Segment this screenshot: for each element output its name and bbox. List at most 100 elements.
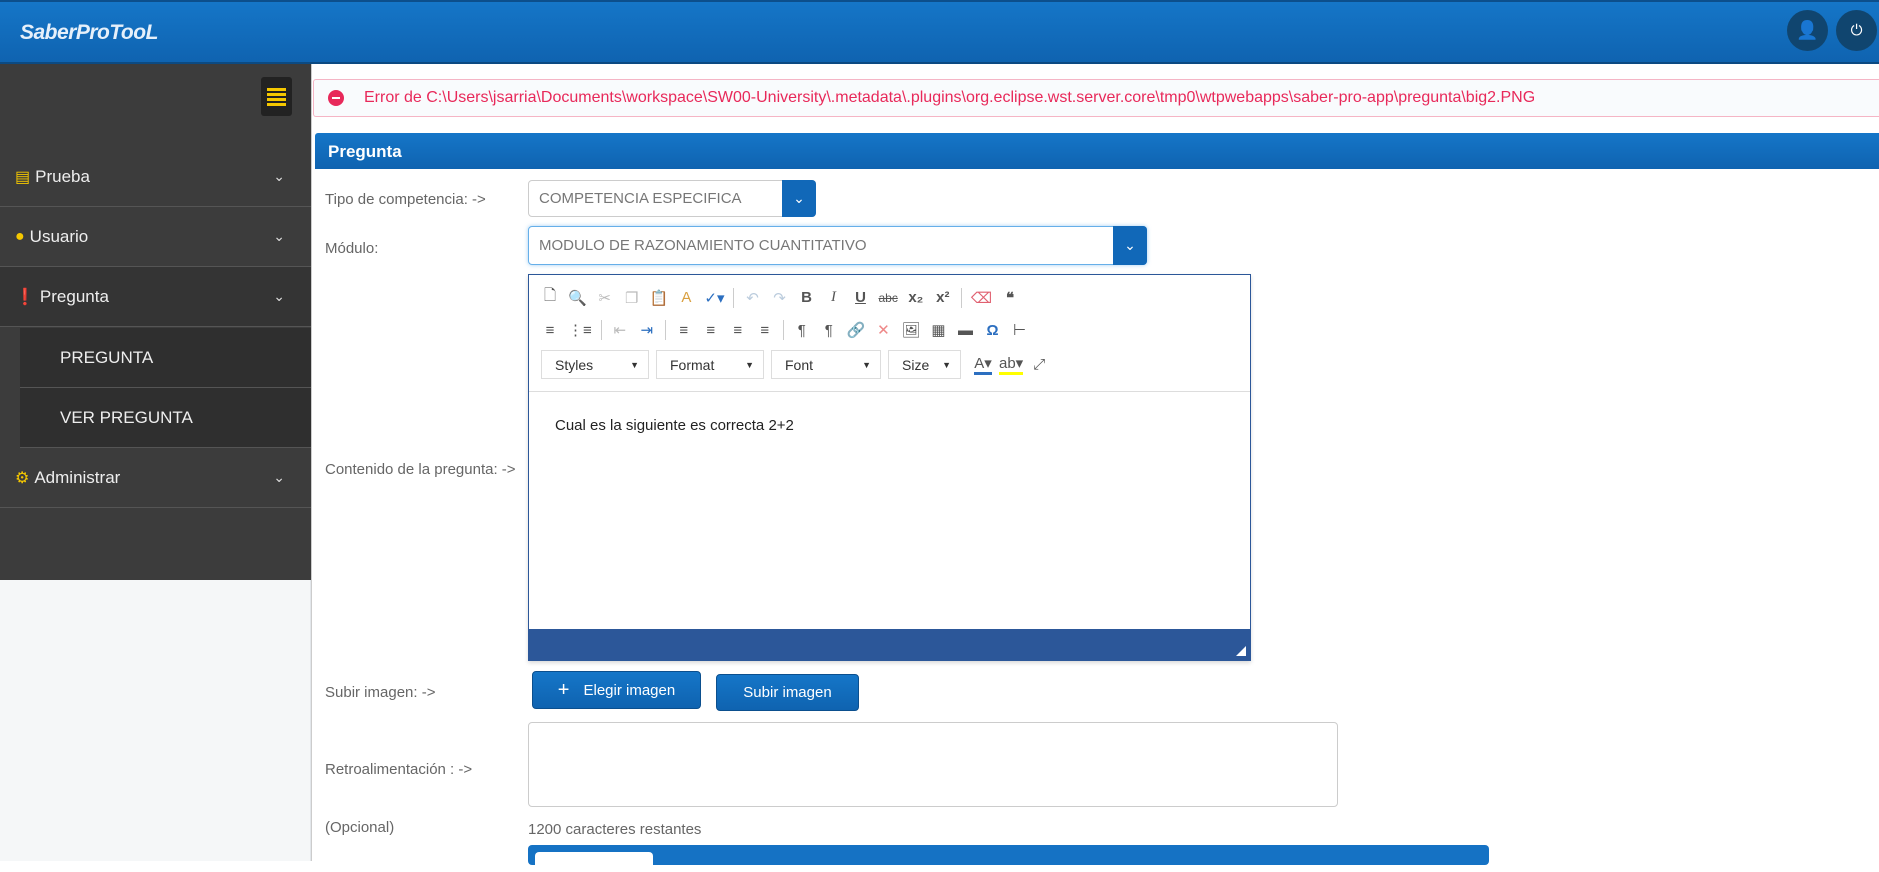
- maximize-icon[interactable]: ⤢: [1030, 356, 1048, 373]
- subscript-icon[interactable]: x₂: [907, 289, 925, 306]
- chevron-down-icon[interactable]: ⌄: [782, 180, 816, 217]
- chevron-down-icon: ⌄: [273, 288, 285, 304]
- font-dropdown[interactable]: Font ▼: [771, 350, 881, 379]
- new-page-icon[interactable]: 🗋: [541, 285, 559, 310]
- cut-icon[interactable]: ✂: [596, 289, 614, 307]
- bold-icon[interactable]: B: [797, 289, 815, 306]
- error-icon: [328, 90, 344, 106]
- modulo-select[interactable]: MODULO DE RAZONAMIENTO CUANTITATIVO ⌄: [528, 226, 1147, 265]
- chevron-down-icon[interactable]: ⌄: [1113, 226, 1147, 265]
- sidebar-item-prueba[interactable]: ▤ Prueba ⌄: [0, 147, 311, 207]
- subir-label: Subir imagen: ->: [325, 684, 436, 701]
- editor-toolbar: 🗋 🔍 ✂ ❐ 📋 A ✓▾ ↶ ↷ BI Uabc x₂ x² ⌫ ❝ ≡ ⋮≡ ⇤ ⇥ ≡ ≡…: [529, 275, 1250, 392]
- bg-color-icon[interactable]: ab▾: [999, 354, 1024, 375]
- upload-image-button[interactable]: Subir imagen: [716, 674, 859, 711]
- sidebar: ▤ Prueba ⌄ ● Usuario ⌄ ❗ Pregunta ⌄ PREGUNTA V…: [0, 64, 311, 580]
- bullet-list-icon[interactable]: ⋮≡: [568, 321, 592, 339]
- modulo-label: Módulo:: [325, 240, 379, 257]
- copy-icon[interactable]: ❐: [623, 289, 641, 307]
- justify-icon[interactable]: ≡: [756, 322, 774, 339]
- page-break-icon[interactable]: ⊢: [1011, 321, 1029, 339]
- error-alert: Error de C:\Users\jsarria\Documents\work…: [313, 79, 1879, 117]
- redo-icon[interactable]: ↷: [770, 289, 788, 307]
- caret-down-icon: ▼: [745, 359, 754, 370]
- sidebar-item-label: Pregunta: [39, 286, 109, 306]
- error-message: Error de C:\Users\jsarria\Documents\work…: [364, 89, 1536, 106]
- special-char-icon[interactable]: Ω: [984, 322, 1002, 339]
- answers-panel-header: [528, 845, 1489, 872]
- sidebar-item-label: PREGUNTA: [60, 347, 154, 367]
- tipo-label: Tipo de competencia: ->: [325, 191, 486, 208]
- caret-down-icon: ▼: [630, 359, 639, 370]
- sidebar-subitem-ver-pregunta[interactable]: VER PREGUNTA: [20, 388, 311, 448]
- tipo-competencia-select[interactable]: COMPETENCIA ESPECIFICA ⌄: [528, 180, 816, 217]
- blockquote-icon[interactable]: ❝: [1001, 289, 1019, 307]
- sidebar-item-pregunta[interactable]: ❗ Pregunta ⌄: [0, 267, 311, 327]
- sidebar-item-administrar[interactable]: ⚙ Administrar ⌄: [0, 448, 311, 508]
- superscript-icon[interactable]: x²: [934, 289, 952, 306]
- retro-label: Retroalimentación : ->: [325, 761, 473, 778]
- plus-icon: +: [557, 678, 570, 701]
- spellcheck-icon[interactable]: ✓▾: [704, 289, 724, 307]
- editor-footer: [529, 629, 1250, 660]
- undo-icon[interactable]: ↶: [743, 289, 761, 307]
- size-dropdown[interactable]: Size ▼: [888, 350, 961, 379]
- gears-icon: ⚙: [15, 469, 30, 487]
- align-right-icon[interactable]: ≡: [729, 322, 747, 339]
- editor-content[interactable]: Cual es la siguiente es correcta 2+2: [555, 417, 794, 434]
- dropdown-label: Format: [670, 356, 715, 373]
- button-label: Elegir imagen: [583, 681, 676, 699]
- align-left-icon[interactable]: ≡: [675, 322, 693, 339]
- resize-handle[interactable]: [1236, 646, 1246, 656]
- users-icon: ●: [15, 227, 25, 245]
- exclamation-icon: ❗: [15, 288, 35, 306]
- chars-remaining: 1200 caracteres restantes: [528, 821, 702, 838]
- sidebar-item-usuario[interactable]: ● Usuario ⌄: [0, 207, 311, 267]
- sidebar-item-label: Prueba: [35, 166, 90, 186]
- divider: [311, 64, 312, 861]
- sidebar-background: [0, 580, 311, 861]
- opcional-label: (Opcional): [325, 819, 395, 836]
- strikethrough-icon[interactable]: abc: [878, 291, 897, 305]
- sidebar-item-label: VER PREGUNTA: [60, 407, 193, 427]
- top-navbar: SaberProTooL 👤 ⏻: [0, 0, 1879, 64]
- dropdown-label: Font: [785, 356, 814, 373]
- unlink-icon[interactable]: ✕: [874, 321, 892, 339]
- italic-icon[interactable]: I: [824, 289, 842, 306]
- underline-icon[interactable]: U: [851, 289, 869, 306]
- sidebar-subitem-pregunta[interactable]: PREGUNTA: [20, 328, 311, 388]
- preview-icon[interactable]: 🔍: [568, 289, 587, 307]
- table-icon[interactable]: ▦: [930, 321, 948, 339]
- rtl-icon[interactable]: ¶: [820, 322, 838, 339]
- feedback-textarea[interactable]: [528, 722, 1338, 807]
- list-icon: ▤: [15, 168, 31, 186]
- select-value: MODULO DE RAZONAMIENTO CUANTITATIVO: [539, 237, 867, 254]
- align-center-icon[interactable]: ≡: [702, 322, 720, 339]
- text-color-icon[interactable]: A▾: [974, 354, 992, 375]
- dropdown-label: Styles: [555, 356, 594, 373]
- power-icon[interactable]: ⏻: [1836, 10, 1877, 51]
- numbered-list-icon[interactable]: ≡: [541, 322, 559, 339]
- select-value: COMPETENCIA ESPECIFICA: [539, 190, 742, 207]
- menu-toggle-button[interactable]: [261, 77, 292, 116]
- choose-image-button[interactable]: + Elegir imagen: [532, 671, 701, 709]
- remove-format-icon[interactable]: ⌫: [971, 289, 992, 307]
- caret-down-icon: ▼: [862, 359, 871, 370]
- outdent-icon[interactable]: ⇤: [611, 321, 629, 339]
- caret-down-icon: ▼: [942, 359, 951, 370]
- format-dropdown[interactable]: Format ▼: [656, 350, 764, 379]
- link-icon[interactable]: 🔗: [847, 321, 866, 339]
- styles-dropdown[interactable]: Styles ▼: [541, 350, 649, 379]
- horizontal-line-icon[interactable]: ▬: [957, 322, 975, 339]
- brand-logo[interactable]: SaberProTooL: [20, 21, 158, 45]
- indent-icon[interactable]: ⇥: [638, 321, 656, 339]
- image-icon[interactable]: 🖼: [901, 321, 920, 339]
- chevron-down-icon: ⌄: [273, 168, 285, 184]
- sidebar-item-label: Usuario: [29, 226, 89, 246]
- user-icon[interactable]: 👤: [1787, 10, 1828, 51]
- tab[interactable]: [535, 852, 653, 872]
- ltr-icon[interactable]: ¶: [793, 322, 811, 339]
- paste-icon[interactable]: 📋: [650, 289, 669, 307]
- paste-text-icon[interactable]: A: [677, 289, 695, 306]
- dropdown-label: Size: [902, 356, 930, 373]
